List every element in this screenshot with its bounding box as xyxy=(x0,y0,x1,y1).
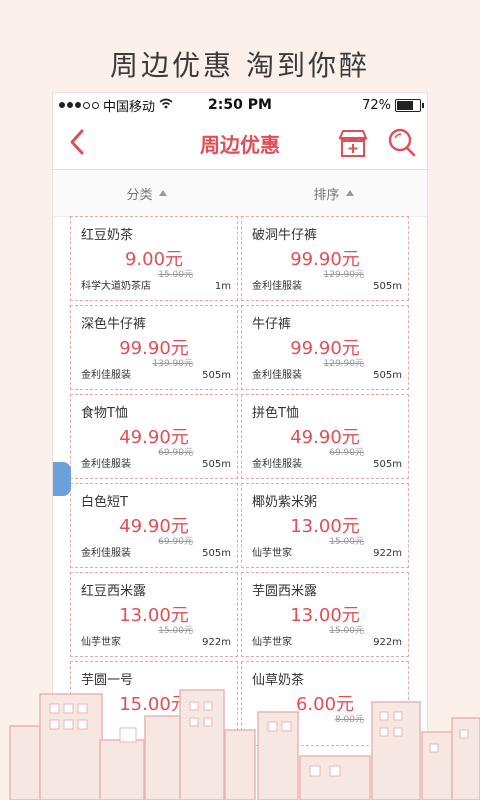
phone-screen: 中国移动 2:50 PM 72% 周边优惠 分类 排序 红豆奶茶 9.00元 1… xyxy=(53,93,427,800)
deal-distance: 922m xyxy=(373,637,402,648)
deal-card[interactable]: 深色牛仔裤 99.90元 139.90元 金利佳服装 505m xyxy=(70,305,238,390)
deal-name: 红豆奶茶 xyxy=(81,228,134,243)
deal-price: 49.90元 xyxy=(119,427,189,448)
deal-name: 椰奶紫米粥 xyxy=(252,495,318,510)
deal-shop-name: 金利佳服装 xyxy=(252,281,302,292)
deal-card[interactable]: 芋圆西米露 13.00元 15.00元仙芋世家 922m xyxy=(241,572,409,657)
deal-shop-name: 金利佳服装 xyxy=(81,370,131,381)
category-filter-label: 分类 xyxy=(126,187,153,203)
deal-name: 芋圆西米露 xyxy=(252,584,318,599)
deal-distance: 922m xyxy=(202,637,231,648)
deal-distance: 505m xyxy=(202,459,231,470)
deal-card[interactable]: 椰奶紫米粥 13.00元 15.00元仙芋世家 922m xyxy=(241,483,409,568)
deal-original-price: 69.90元 xyxy=(329,448,364,458)
deal-card[interactable]: 红豆西米露 13.00元 15.00元仙芋世家 922m xyxy=(70,572,238,657)
deal-card[interactable]: 白色短T 49.90元 69.90元金利佳服装 505m xyxy=(70,483,238,568)
deal-distance: 505m xyxy=(202,370,231,381)
deal-shop-name: 金利佳服装 xyxy=(252,370,302,381)
deal-shop-name: 金利佳服装 xyxy=(81,548,131,559)
filter-bar: 分类 排序 xyxy=(53,170,427,217)
deal-original-price: 69.90元 xyxy=(158,537,193,547)
deal-card[interactable]: 拼色T恤 49.90元 69.90元金利佳服装 505m xyxy=(241,394,409,479)
deal-card[interactable]: 芋圆一号 15.00元 18.00元 xyxy=(70,661,238,746)
deal-name: 食物T恤 xyxy=(81,406,128,421)
deal-name: 白色短T xyxy=(81,495,128,510)
deal-name: 红豆西米露 xyxy=(81,584,147,599)
deal-price: 49.90元 xyxy=(119,516,189,537)
deal-card[interactable]: 仙草奶茶 6.00元 8.00元 xyxy=(241,661,409,746)
deal-name: 芋圆一号 xyxy=(81,673,134,688)
deal-shop-name: 仙芋世家 xyxy=(81,637,121,648)
promo-title: 周边优惠 淘到你醉 xyxy=(110,49,370,82)
deal-distance: 505m xyxy=(202,548,231,559)
deal-original-price: 129.90元 xyxy=(323,359,365,369)
deal-card[interactable]: 牛仔裤 99.90元 129.90元 金利佳服装 505m xyxy=(241,305,409,390)
deal-original-price: 15.00元 xyxy=(158,626,193,636)
deal-shop-name: 科学大道奶茶店 xyxy=(81,281,151,292)
deal-shop-name: 金利佳服装 xyxy=(252,459,302,470)
deal-price: 9.00元 xyxy=(124,249,184,270)
category-filter[interactable]: 分类 xyxy=(53,170,240,216)
deal-original-price: 129.90元 xyxy=(323,270,365,280)
deal-shop-name: 金利佳服装 xyxy=(81,459,131,470)
deal-shop-name: 仙芋世家 xyxy=(252,637,292,648)
deal-shop-name: 仙芋世家 xyxy=(252,548,292,559)
deal-name: 牛仔裤 xyxy=(252,317,292,332)
clock: 2:50 PM xyxy=(208,97,272,113)
deal-distance: 922m xyxy=(373,548,402,559)
deal-name: 仙草奶茶 xyxy=(252,673,305,688)
deal-card[interactable]: 红豆奶茶 9.00元 15.00元 科学大道奶茶店 1m xyxy=(70,216,238,301)
deal-distance: 1m xyxy=(214,281,231,292)
page-title: 周边优惠 xyxy=(200,132,280,157)
deal-original-price: 18.00元 xyxy=(158,715,193,725)
deal-price: 13.00元 xyxy=(290,605,360,626)
deal-original-price: 8.00元 xyxy=(334,715,364,725)
shop-icon[interactable] xyxy=(337,128,369,162)
search-icon[interactable] xyxy=(387,127,417,161)
side-tab-handle[interactable] xyxy=(53,462,71,496)
deal-name: 拼色T恤 xyxy=(252,406,299,421)
deal-price: 13.00元 xyxy=(119,605,189,626)
deal-original-price: 15.00元 xyxy=(329,537,364,547)
deal-distance: 505m xyxy=(373,281,402,292)
deal-name: 深色牛仔裤 xyxy=(81,317,147,332)
deal-original-price: 139.90元 xyxy=(152,359,194,369)
deal-card[interactable]: 食物T恤 49.90元 69.90元金利佳服装 505m xyxy=(70,394,238,479)
deal-distance: 505m xyxy=(373,459,402,470)
battery-icon xyxy=(395,98,424,112)
deal-price: 49.90元 xyxy=(290,427,360,448)
sort-filter[interactable]: 排序 xyxy=(240,170,427,216)
deal-original-price: 69.90元 xyxy=(158,448,193,458)
deal-card[interactable]: 破洞牛仔裤 99.90元 129.90元 金利佳服装 505m xyxy=(241,216,409,301)
status-bar: 中国移动 2:50 PM 72% xyxy=(53,93,427,117)
deal-original-price: 15.00元 xyxy=(329,626,364,636)
deal-name: 破洞牛仔裤 xyxy=(252,228,318,243)
sort-arrow-icon xyxy=(158,190,167,196)
deal-price: 6.00元 xyxy=(295,694,355,715)
sort-filter-label: 排序 xyxy=(313,187,340,203)
nav-bar: 周边优惠 xyxy=(53,117,427,170)
deal-distance: 505m xyxy=(373,370,402,381)
deal-price: 15.00元 xyxy=(119,694,189,715)
deal-price: 13.00元 xyxy=(290,516,360,537)
sort-arrow-icon xyxy=(345,190,354,196)
deal-original-price: 15.00元 xyxy=(158,270,193,280)
